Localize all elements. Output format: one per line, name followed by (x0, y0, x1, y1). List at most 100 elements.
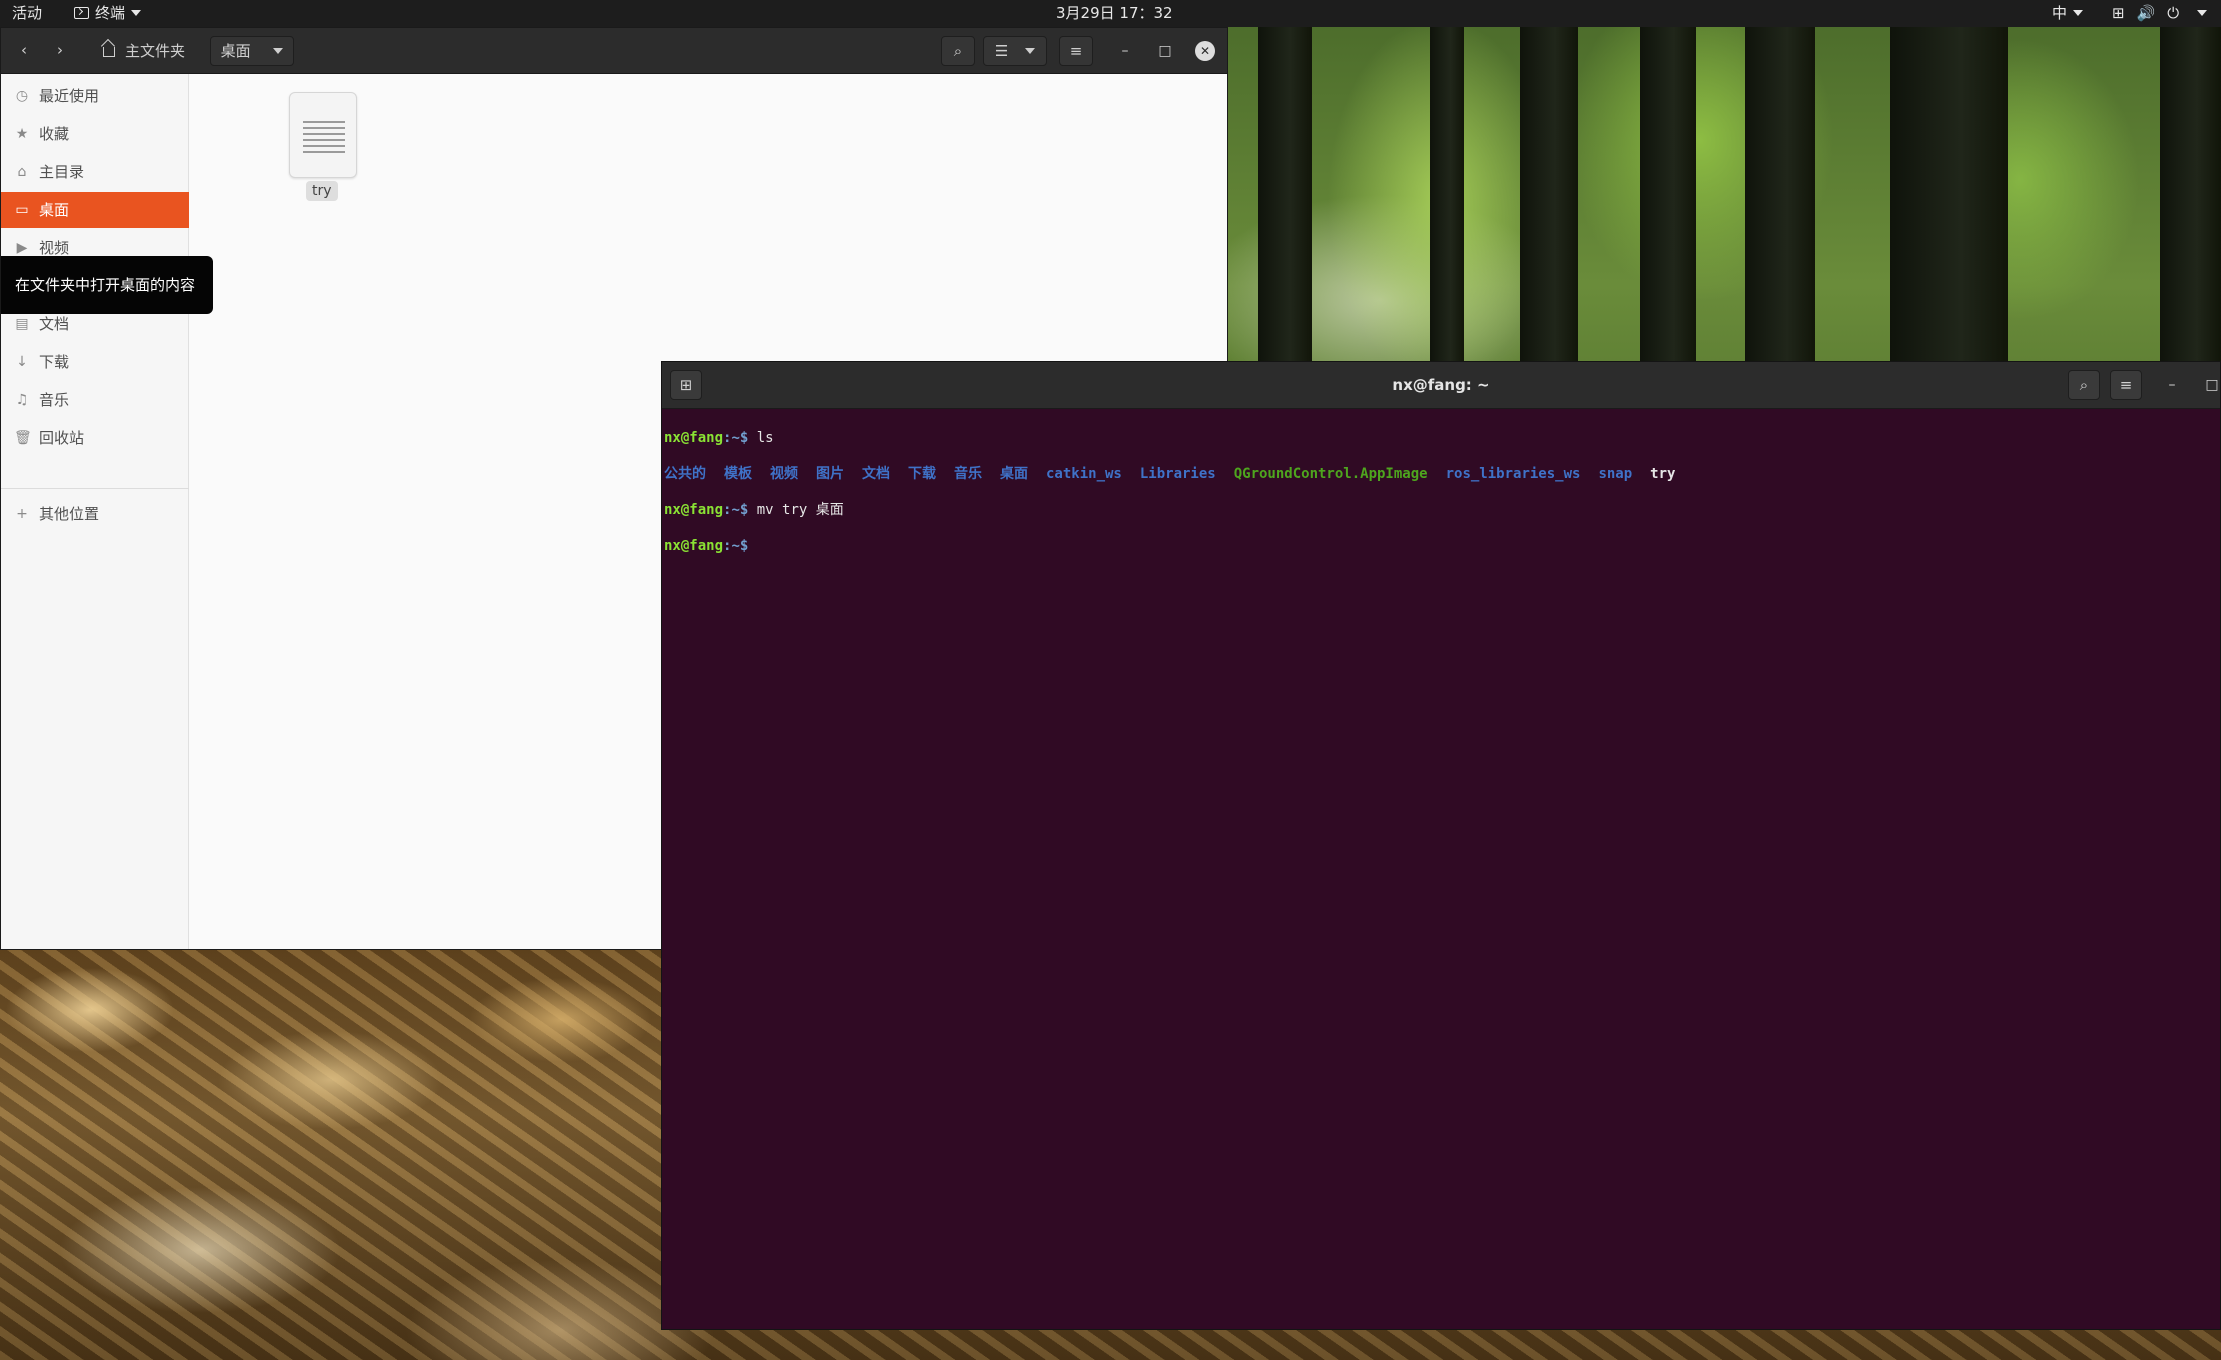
chevron-down-icon (2073, 10, 2084, 16)
ls-entry: ros_libraries_ws (1445, 466, 1581, 482)
breadcrumb-home-label: 主文件夹 (125, 42, 186, 60)
view-options-button[interactable]: ☰ (983, 36, 1047, 66)
prompt-path: :~$ (723, 538, 749, 554)
sidebar-item-label: 文档 (39, 315, 70, 333)
prompt-user: nx@fang (664, 538, 724, 554)
terminal-headerbar: ⊞ nx@fang: ~ ⌕ ≡ – □ (662, 362, 2220, 409)
sidebar-item-label: 回收站 (39, 429, 85, 447)
desktop-icon: ▭ (15, 202, 29, 218)
sidebar-item-starred[interactable]: ★ 收藏 (1, 116, 189, 152)
search-button[interactable]: ⌕ (941, 36, 975, 66)
activities-button[interactable]: 活动 (12, 0, 42, 27)
ls-entry: 文档 (862, 466, 890, 482)
chevron-down-icon (2197, 10, 2208, 16)
ls-entry: 桌面 (1000, 466, 1028, 482)
terminal-maximize-button[interactable]: □ (2202, 375, 2220, 395)
text-file-icon (303, 121, 345, 157)
sidebar-item-recent[interactable]: ◷ 最近使用 (1, 78, 189, 114)
sidebar-item-trash[interactable]: 🗑 回收站 (1, 420, 189, 456)
terminal-icon (74, 7, 89, 19)
command-text: ls (748, 430, 774, 446)
breadcrumb-current-label: 桌面 (220, 42, 251, 60)
main-menu-button[interactable]: ≡ (1059, 36, 1093, 66)
hamburger-icon: ≡ (2119, 376, 2133, 394)
forward-button[interactable]: › (45, 36, 75, 66)
command-text: mv try 桌面 (748, 502, 844, 518)
system-tray[interactable]: ⊞ 🔊 ⏻ (2112, 0, 2219, 27)
tooltip: 在文件夹中打开桌面的内容 (1, 256, 213, 314)
ls-entry-executable: QGroundControl.AppImage (1233, 466, 1428, 482)
sidebar-item-label: 桌面 (39, 201, 70, 219)
ls-entry: 公共的 (664, 466, 706, 482)
prompt-user: nx@fang (664, 502, 724, 518)
terminal-line: nx@fang:~$ mv try 桌面 (664, 501, 2220, 519)
volume-icon: 🔊 (2136, 4, 2156, 22)
terminal-line: nx@fang:~$ ls (664, 429, 2220, 447)
breadcrumb-current[interactable]: 桌面 (210, 36, 294, 66)
sidebar-item-label: 视频 (39, 239, 70, 257)
search-icon: ⌕ (953, 42, 963, 60)
terminal-menu-button[interactable]: ≡ (2110, 370, 2142, 400)
clock[interactable]: 3月29日 17：32 (1056, 0, 1173, 27)
sidebar-item-label: 收藏 (39, 125, 70, 143)
music-icon: ♫ (15, 392, 29, 408)
sidebar-item-label: 下载 (39, 353, 70, 371)
search-icon: ⌕ (2079, 376, 2089, 394)
terminal-minimize-button[interactable]: – (2162, 375, 2182, 395)
sidebar-item-label: 最近使用 (39, 87, 100, 105)
minimize-button[interactable]: – (1115, 41, 1135, 61)
maximize-button[interactable]: □ (1155, 41, 1175, 61)
ls-entry: 音乐 (954, 466, 982, 482)
sidebar-item-label: 音乐 (39, 391, 70, 409)
ls-entry: catkin_ws (1046, 466, 1122, 482)
ls-entry-file: try (1650, 466, 1676, 482)
back-button[interactable]: ‹ (9, 36, 39, 66)
ls-entry: 图片 (816, 466, 844, 482)
hamburger-icon: ≡ (1069, 42, 1083, 60)
power-icon: ⏻ (2167, 4, 2180, 22)
sidebar-item-label: 主目录 (39, 163, 85, 181)
sidebar-item-other-locations[interactable]: + 其他位置 (1, 496, 189, 532)
prompt-path: :~$ (723, 502, 749, 518)
ls-entry: snap (1598, 466, 1633, 482)
files-sidebar: ◷最近使用 ★收藏 ⌂主目录 ▭桌面 ▶视频 ▣图片 ▤文档 ↓下载 ♫音乐 🗑… (1, 74, 189, 949)
app-menu[interactable]: 终端 (74, 0, 142, 27)
download-icon: ↓ (16, 354, 28, 370)
home-icon: ⌂ (17, 164, 27, 180)
prompt-path: :~$ (723, 430, 749, 446)
sidebar-item-label: 其他位置 (39, 505, 100, 523)
clock-icon: ◷ (15, 88, 29, 104)
network-icon: ⊞ (2112, 4, 2125, 22)
chevron-left-icon: ‹ (21, 41, 27, 59)
sidebar-item-home[interactable]: ⌂ 主目录 (1, 154, 189, 190)
chevron-down-icon (273, 48, 284, 54)
trash-icon: 🗑 (14, 430, 32, 446)
terminal-line: 公共的 模板 视频 图片 文档 下载 音乐 桌面 catkin_ws Libraries QGrou… (664, 465, 2220, 483)
terminal-line: nx@fang:~$ (664, 537, 2220, 555)
home-icon (103, 47, 115, 57)
ls-entry: 视频 (770, 466, 798, 482)
close-icon: ✕ (1199, 44, 1211, 58)
chevron-down-icon (131, 10, 142, 16)
sidebar-item-downloads[interactable]: ↓ 下载 (1, 344, 189, 380)
sidebar-item-music[interactable]: ♫ 音乐 (1, 382, 189, 418)
sidebar-item-desktop[interactable]: ▭ 桌面 (1, 192, 189, 228)
close-button[interactable]: ✕ (1195, 41, 1215, 61)
chevron-right-icon: › (57, 41, 63, 59)
input-method-label: 中 (2052, 4, 2068, 22)
file-name-label[interactable]: try (306, 181, 338, 201)
terminal-search-button[interactable]: ⌕ (2068, 370, 2100, 400)
ls-entry: Libraries (1139, 466, 1216, 482)
terminal-title: nx@fang: ~ (1392, 376, 1490, 394)
input-method-menu[interactable]: 中 (2052, 0, 2084, 27)
ls-entry: 下载 (908, 466, 936, 482)
top-bar: 活动 终端 3月29日 17：32 中 ⊞ 🔊 ⏻ (0, 0, 2221, 27)
terminal-output[interactable]: nx@fang:~$ ls 公共的 模板 视频 图片 文档 下载 音乐 桌面 catkin_ws… (664, 411, 2220, 591)
plus-icon: + (16, 506, 28, 522)
list-view-icon: ☰ (994, 42, 1009, 60)
app-menu-label: 终端 (95, 4, 126, 22)
chevron-down-icon (1025, 48, 1036, 54)
breadcrumb-home[interactable]: 主文件夹 (103, 36, 185, 66)
terminal-window: ⊞ nx@fang: ~ ⌕ ≡ – □ nx@fang:~$ ls 公共的 模板… (661, 361, 2221, 1330)
file-item-try[interactable] (289, 92, 357, 178)
